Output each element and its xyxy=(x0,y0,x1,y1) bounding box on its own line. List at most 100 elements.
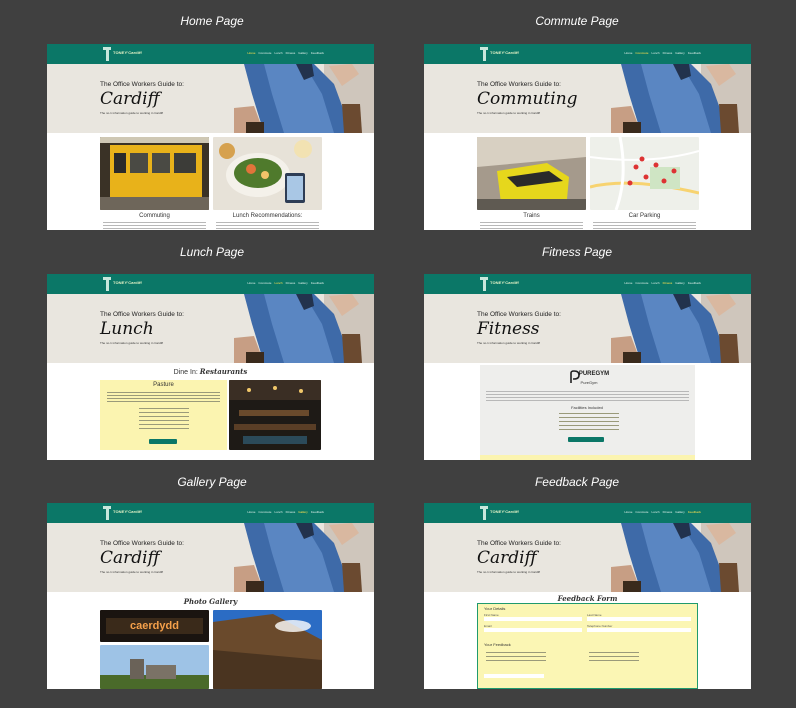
logo-text[interactable]: TONEY'Cardiff xyxy=(490,280,519,285)
logo-icon[interactable] xyxy=(480,506,488,520)
screenshot-home: TONEY'Cardiff Home Commute Lunch Fitness Gal… xyxy=(47,44,374,230)
first-name-input[interactable] xyxy=(484,617,582,621)
nav-link-gallery[interactable]: Gallery xyxy=(675,510,685,514)
card-left-text-line xyxy=(103,222,206,223)
hero-tagline: The no.1 information guide to working in… xyxy=(100,111,163,115)
logo-icon[interactable] xyxy=(103,277,111,291)
logo-icon[interactable] xyxy=(103,506,111,520)
facility-row xyxy=(559,429,619,430)
join-gym-button[interactable] xyxy=(568,437,604,442)
train-image xyxy=(477,137,586,210)
nav-link-lunch[interactable]: Lunch xyxy=(651,281,659,285)
logo-icon[interactable] xyxy=(103,47,111,61)
nav-link-fitness[interactable]: Fitness xyxy=(663,510,673,514)
nav-link-commute[interactable]: Commute xyxy=(258,281,271,285)
businessman-image xyxy=(234,523,374,592)
nav-link-home[interactable]: Home xyxy=(247,51,255,55)
caption-home: Home Page xyxy=(180,14,244,28)
screenshot-feedback: TONEY'Cardiff Home Commute Lunch Fitness Gal… xyxy=(424,503,751,689)
restaurant-desc-line xyxy=(107,392,220,393)
screenshot-gallery: TONEY'Cardiff Home Commute Lunch Fitness Gal… xyxy=(47,503,374,689)
nav-link-gallery[interactable]: Gallery xyxy=(675,51,685,55)
brand-sub: PureGym xyxy=(580,380,598,385)
restaurant-desc-line xyxy=(107,398,220,399)
email-input[interactable] xyxy=(484,628,582,632)
lunch-image xyxy=(213,137,322,210)
opening-hours-line xyxy=(139,424,189,425)
nav-link-fitness[interactable]: Fitness xyxy=(663,51,673,55)
brand-name: PUREGYM xyxy=(578,371,610,377)
nav-link-commute[interactable]: Commute xyxy=(635,51,648,55)
nav-link-lunch[interactable]: Lunch xyxy=(274,510,282,514)
nav-link-lunch[interactable]: Lunch xyxy=(274,51,282,55)
nav-link-home[interactable]: Home xyxy=(624,510,632,514)
nav-link-home[interactable]: Home xyxy=(624,51,632,55)
heading-prefix: Dine In: xyxy=(173,369,198,376)
nav-link-fitness[interactable]: Fitness xyxy=(286,51,296,55)
nav-link-home[interactable]: Home xyxy=(247,281,255,285)
feedback-heading: Feedback Form xyxy=(557,594,618,603)
hero-banner: The Office Workers Guide to: Fitness The… xyxy=(424,294,751,363)
your-feedback-label: Your Feedback xyxy=(484,642,511,647)
opening-hours-line xyxy=(139,420,189,421)
logo-text[interactable]: TONEY'Cardiff xyxy=(113,509,142,514)
tram-image xyxy=(100,137,209,210)
nav-link-lunch[interactable]: Lunch xyxy=(651,51,659,55)
gym-desc-line xyxy=(486,394,689,395)
gallery-heading: Photo Gallery xyxy=(183,597,238,606)
logo-text[interactable]: TONEY'Cardiff xyxy=(113,280,142,285)
section-heading: Dine In: Restaurants xyxy=(47,367,374,376)
hero-tagline: The no.1 information guide to working in… xyxy=(477,341,540,345)
nav-link-fitness[interactable]: Fitness xyxy=(663,281,673,285)
nav-link-gallery[interactable]: Gallery xyxy=(298,510,308,514)
nav-link-feedback[interactable]: Feedback xyxy=(688,281,701,285)
feedback-option-line xyxy=(589,656,639,657)
nav-link-feedback[interactable]: Feedback xyxy=(688,51,701,55)
hero-intro: The Office Workers Guide to: xyxy=(100,311,184,318)
nav-links: Home Commute Lunch Fitness Gallery Feedback xyxy=(624,51,701,55)
feedback-option-line xyxy=(589,652,639,653)
nav-link-commute[interactable]: Commute xyxy=(258,51,271,55)
navbar: TONEY'Cardiff Home Commute Lunch Fitness Gal… xyxy=(424,274,751,294)
hero-tagline: The no.1 information guide to working in… xyxy=(477,570,540,574)
nav-link-lunch[interactable]: Lunch xyxy=(651,510,659,514)
nav-links: Home Commute Lunch Fitness Gallery Feedback xyxy=(624,281,701,285)
book-table-button[interactable] xyxy=(149,439,177,444)
opening-hours-line xyxy=(139,408,189,409)
logo-text[interactable]: TONEY'Cardiff xyxy=(490,509,519,514)
nav-link-feedback[interactable]: Feedback xyxy=(311,51,324,55)
caption-gallery: Gallery Page xyxy=(177,475,247,489)
navbar: TONEY'Cardiff Home Commute Lunch Fitness Gal… xyxy=(424,503,751,523)
nav-link-feedback[interactable]: Feedback xyxy=(688,510,701,514)
nav-link-fitness[interactable]: Fitness xyxy=(286,281,296,285)
hero-intro: The Office Workers Guide to: xyxy=(100,540,184,547)
nav-link-feedback[interactable]: Feedback xyxy=(311,510,324,514)
feedback-textarea[interactable] xyxy=(484,674,544,678)
feedback-option-line xyxy=(486,656,546,657)
card-right-text-line xyxy=(593,225,696,226)
last-name-input[interactable] xyxy=(587,617,691,621)
nav-link-fitness[interactable]: Fitness xyxy=(286,510,296,514)
hero-title: Cardiff xyxy=(100,89,160,109)
logo-text[interactable]: TONEY'Cardiff xyxy=(113,50,142,55)
gym-desc-line xyxy=(486,391,689,392)
facility-row xyxy=(559,425,619,426)
logo-icon[interactable] xyxy=(480,277,488,291)
page-content: Trains Car Parking xyxy=(424,133,751,230)
nav-link-gallery[interactable]: Gallery xyxy=(298,281,308,285)
telephone-input[interactable] xyxy=(587,628,691,632)
nav-link-gallery[interactable]: Gallery xyxy=(298,51,308,55)
card-right-text-line xyxy=(593,222,696,223)
logo-icon[interactable] xyxy=(480,47,488,61)
nav-link-home[interactable]: Home xyxy=(247,510,255,514)
nav-link-commute[interactable]: Commute xyxy=(635,281,648,285)
logo-text[interactable]: TONEY'Cardiff xyxy=(490,50,519,55)
nav-link-commute[interactable]: Commute xyxy=(635,510,648,514)
nav-link-feedback[interactable]: Feedback xyxy=(311,281,324,285)
hero-intro: The Office Workers Guide to: xyxy=(477,540,561,547)
nav-link-commute[interactable]: Commute xyxy=(258,510,271,514)
nav-link-gallery[interactable]: Gallery xyxy=(675,281,685,285)
nav-link-home[interactable]: Home xyxy=(624,281,632,285)
nav-link-lunch[interactable]: Lunch xyxy=(274,281,282,285)
businessman-image xyxy=(611,64,751,133)
